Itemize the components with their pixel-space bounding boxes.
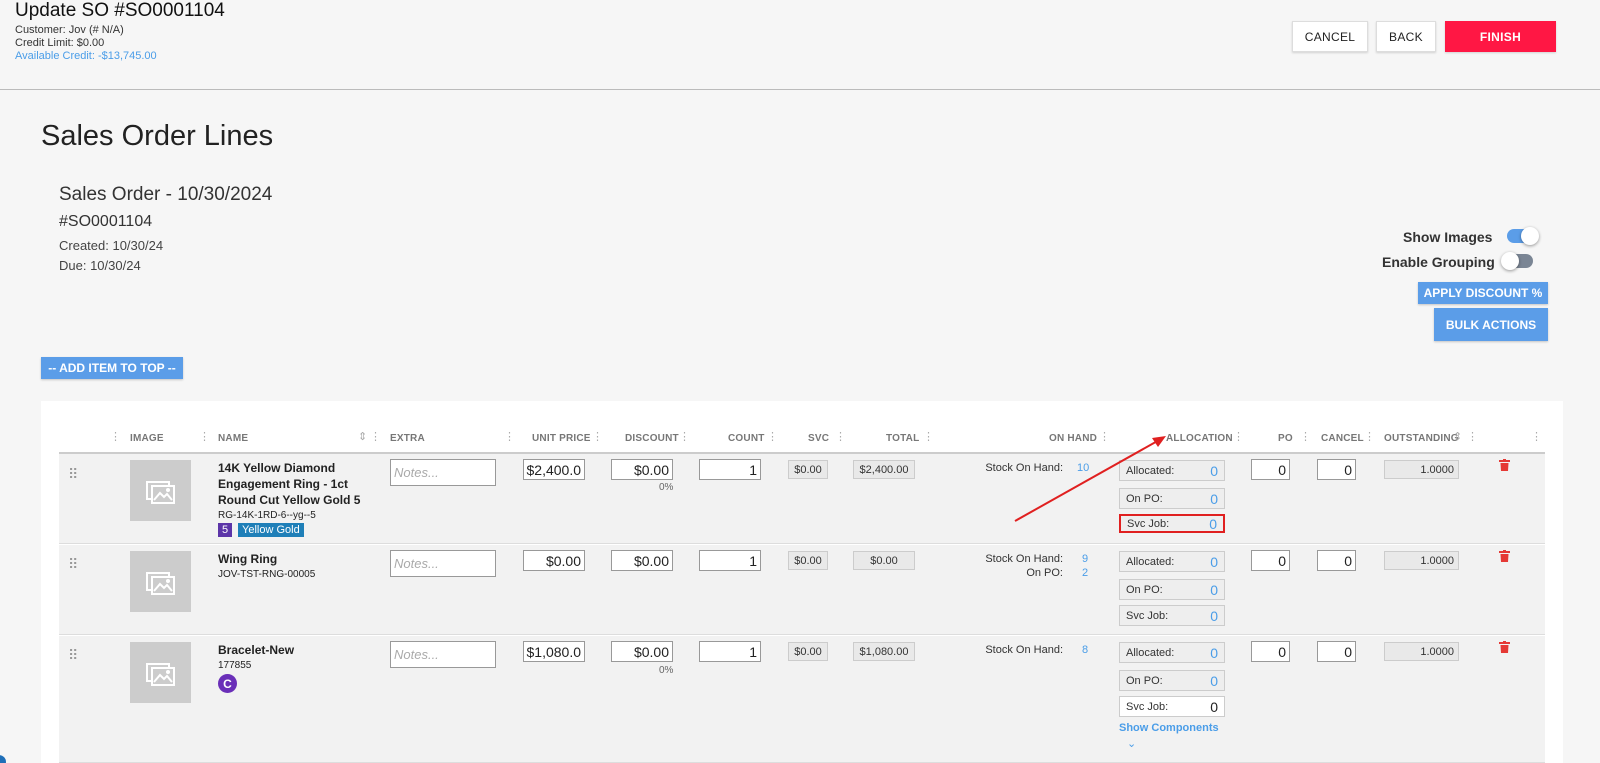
- annotation-arrow: [1014, 436, 1166, 522]
